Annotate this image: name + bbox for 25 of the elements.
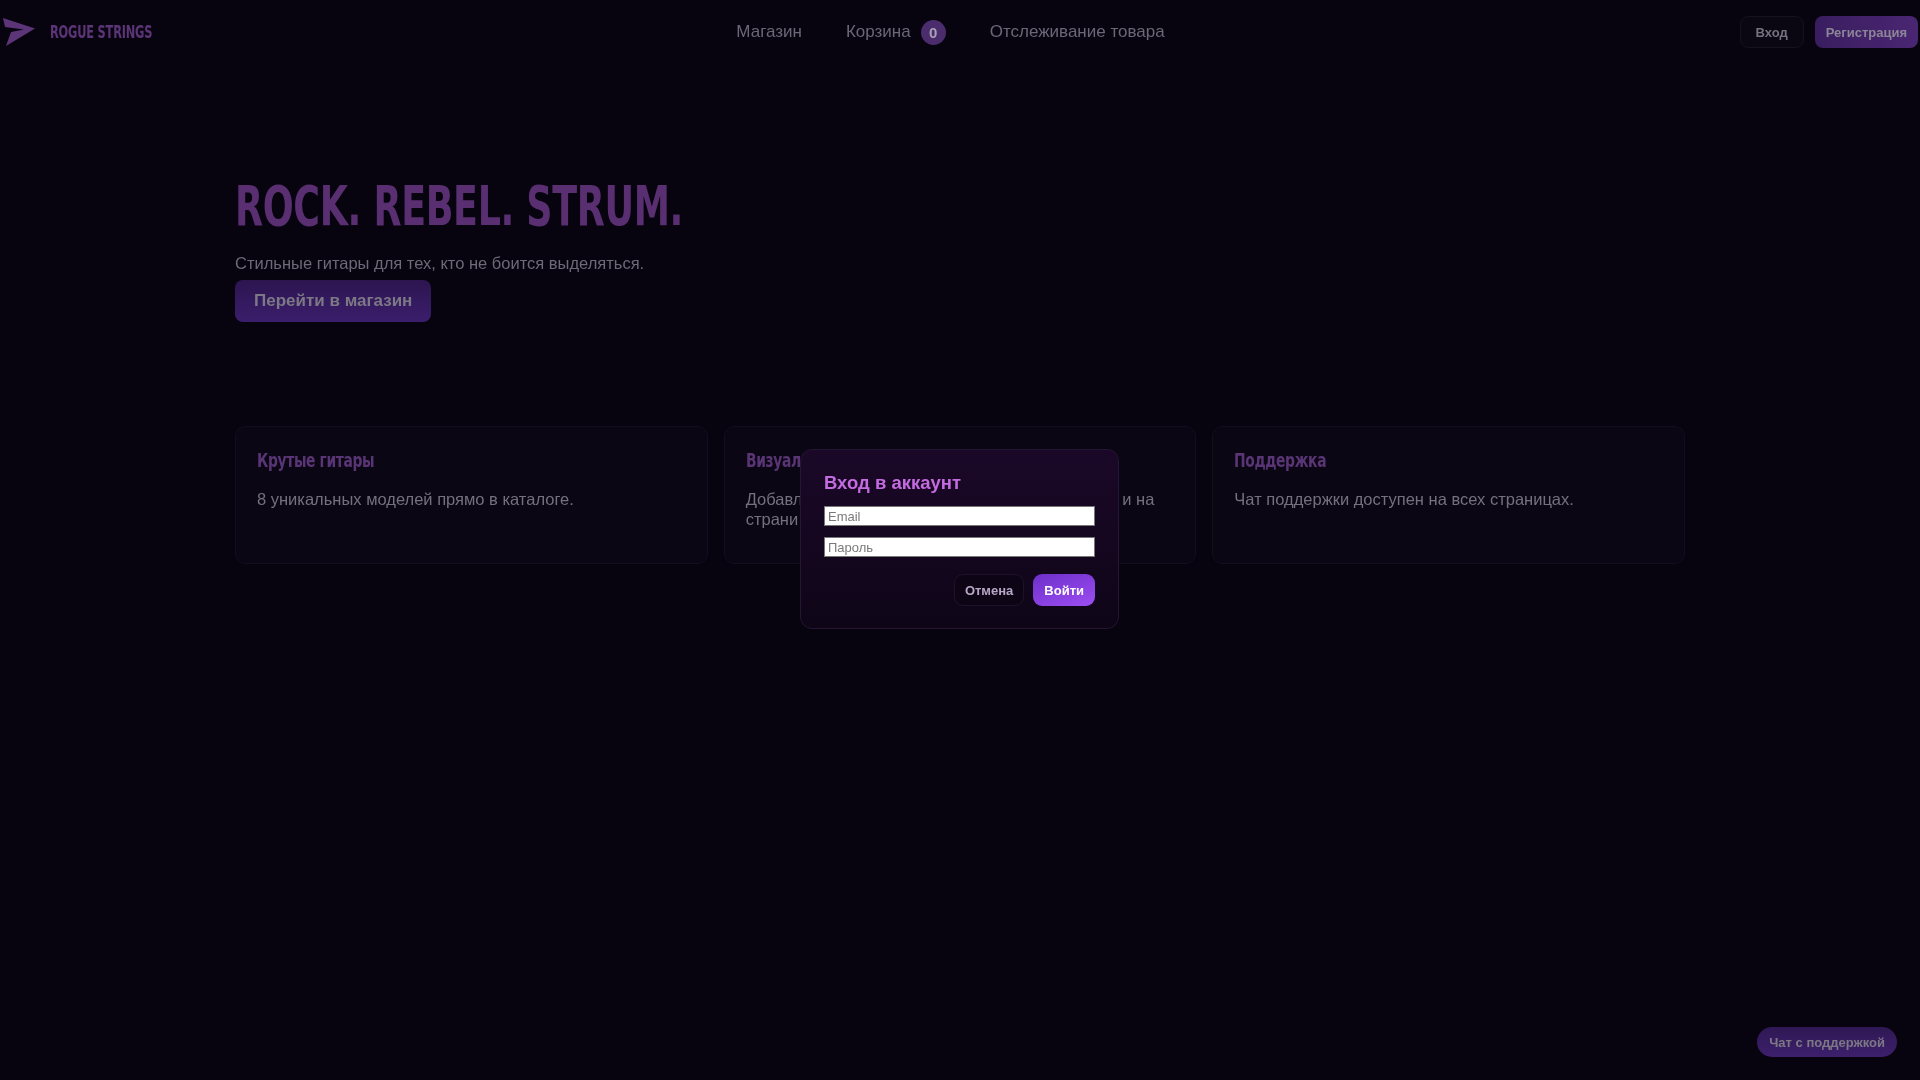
cancel-button[interactable]: Отмена xyxy=(953,574,1025,606)
card-text: Чат поддержки доступен на всех страницах. xyxy=(1234,488,1574,509)
nav-link[interactable]: Магазин xyxy=(736,22,802,42)
card-text: 8 уникальных моделей прямо в каталоге. xyxy=(257,488,574,509)
register-button[interactable]: Регистрация xyxy=(1814,16,1918,48)
text-field[interactable]: Email xyxy=(824,506,1095,526)
nav-link[interactable]: Отслеживание товара xyxy=(989,22,1165,42)
card-text: страни xyxy=(745,508,799,529)
cart-count-badge: 0 xyxy=(920,19,946,45)
nav-link[interactable]: Корзина 0 xyxy=(845,19,946,45)
submit-button[interactable]: Войти xyxy=(1033,574,1095,606)
card-text: Добавл xyxy=(745,488,803,509)
hero-title: ROCK. REBEL. STRUM. xyxy=(235,175,684,237)
chat-button[interactable]: Чат с поддержкой xyxy=(1757,1027,1897,1057)
login-button[interactable]: Вход xyxy=(1739,16,1804,48)
paper-plane-icon[interactable] xyxy=(3,18,35,46)
card-title: Визуал xyxy=(745,448,801,471)
hero-subtitle: Стильные гитары для тех, кто не боится выделяться. xyxy=(235,253,645,273)
text-field[interactable]: Пароль xyxy=(824,537,1095,557)
shop-button[interactable]: Перейти в магазин xyxy=(235,279,432,322)
card-title: Крутые гитары xyxy=(257,448,375,471)
brand-name[interactable]: ROGUE STRINGS xyxy=(50,22,153,42)
card-text: и на xyxy=(1122,488,1155,509)
card-title: Поддержка xyxy=(1234,448,1327,471)
dialog-title: Вход в аккаунт xyxy=(824,472,962,494)
